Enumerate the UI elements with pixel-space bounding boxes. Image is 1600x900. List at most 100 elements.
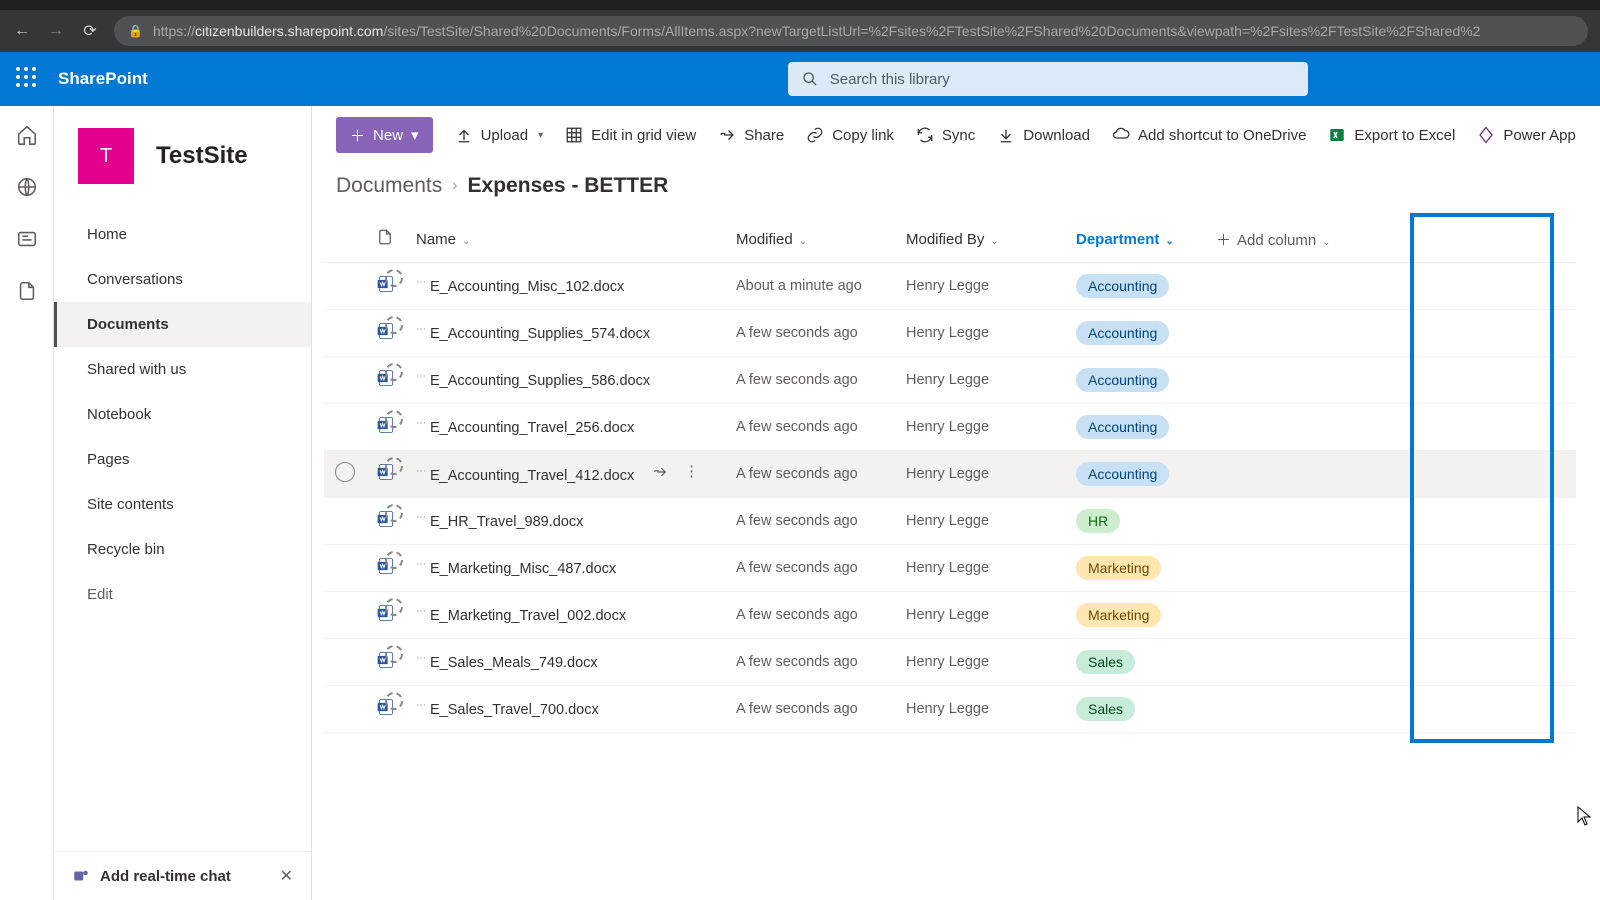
modified-column[interactable]: Modified⌄ <box>726 216 896 263</box>
row-select[interactable] <box>324 404 366 451</box>
table-row[interactable]: ⋯E_Marketing_Travel_002.docx A few secon… <box>324 592 1576 639</box>
table-row[interactable]: ⋯E_Accounting_Misc_102.docx About a minu… <box>324 263 1576 310</box>
department-value: Sales <box>1066 686 1206 733</box>
table-row[interactable]: ⋯E_Accounting_Travel_412.docx⋮ A few sec… <box>324 451 1576 498</box>
share-button[interactable]: Share <box>718 126 784 144</box>
row-select[interactable] <box>324 545 366 592</box>
chevron-down-icon: ▾ <box>411 126 419 144</box>
sidebar-item-pages[interactable]: Pages <box>54 437 311 482</box>
site-tile[interactable]: T <box>78 128 134 184</box>
news-icon[interactable] <box>16 228 38 250</box>
file-type-icon <box>366 404 406 451</box>
table-row[interactable]: ⋯E_Accounting_Supplies_586.docx A few se… <box>324 357 1576 404</box>
globe-icon[interactable] <box>16 176 38 198</box>
file-type-icon <box>366 451 406 498</box>
edit-grid-button[interactable]: Edit in grid view <box>565 126 696 144</box>
file-name[interactable]: ⋯E_Sales_Travel_700.docx <box>406 686 726 733</box>
sidebar-item-home[interactable]: Home <box>54 212 311 257</box>
forward-button[interactable]: → <box>46 21 66 41</box>
powerapps-icon <box>1477 126 1495 144</box>
table-row[interactable]: ⋯E_HR_Travel_989.docx A few seconds ago … <box>324 498 1576 545</box>
sidebar-item-notebook[interactable]: Notebook <box>54 392 311 437</box>
row-select[interactable] <box>324 263 366 310</box>
table-row[interactable]: ⋯E_Sales_Meals_749.docx A few seconds ag… <box>324 639 1576 686</box>
shortcut-button[interactable]: Add shortcut to OneDrive <box>1112 126 1306 144</box>
modified-by-value[interactable]: Henry Legge <box>896 545 1066 592</box>
file-type-icon <box>366 639 406 686</box>
address-bar[interactable]: 🔒 https://citizenbuilders.sharepoint.com… <box>114 16 1588 46</box>
modified-by-value[interactable]: Henry Legge <box>896 592 1066 639</box>
modified-by-value[interactable]: Henry Legge <box>896 451 1066 498</box>
select-all-column[interactable] <box>324 216 366 263</box>
word-doc-icon <box>376 368 396 388</box>
upload-button[interactable]: Upload ▾ <box>455 126 544 144</box>
breadcrumb-root[interactable]: Documents <box>336 174 442 198</box>
row-select[interactable] <box>324 639 366 686</box>
site-header: T TestSite <box>54 106 311 212</box>
row-select[interactable] <box>324 498 366 545</box>
file-name[interactable]: ⋯E_Marketing_Misc_487.docx <box>406 545 726 592</box>
file-name[interactable]: ⋯E_Accounting_Supplies_586.docx <box>406 357 726 404</box>
export-excel-button[interactable]: Export to Excel <box>1328 126 1455 144</box>
search-box[interactable]: Search this library <box>788 62 1308 96</box>
files-icon[interactable] <box>16 280 38 302</box>
row-select[interactable] <box>324 686 366 733</box>
department-value: Accounting <box>1066 357 1206 404</box>
file-name[interactable]: ⋯E_Accounting_Misc_102.docx <box>406 263 726 310</box>
modified-by-value[interactable]: Henry Legge <box>896 404 1066 451</box>
close-icon[interactable]: ✕ <box>280 866 293 886</box>
row-select[interactable] <box>324 451 366 498</box>
back-button[interactable]: ← <box>12 21 32 41</box>
file-name[interactable]: ⋯E_Marketing_Travel_002.docx <box>406 592 726 639</box>
mouse-cursor <box>1577 806 1591 826</box>
file-type-icon <box>366 498 406 545</box>
department-value: Accounting <box>1066 310 1206 357</box>
file-name[interactable]: ⋯E_Accounting_Supplies_574.docx <box>406 310 726 357</box>
copy-link-button[interactable]: Copy link <box>806 126 894 144</box>
app-launcher-icon[interactable] <box>14 65 38 94</box>
modified-by-value[interactable]: Henry Legge <box>896 498 1066 545</box>
file-name[interactable]: ⋯E_HR_Travel_989.docx <box>406 498 726 545</box>
sharepoint-logo[interactable]: SharePoint <box>58 69 148 89</box>
modified-by-value[interactable]: Henry Legge <box>896 357 1066 404</box>
sidebar-item-recycle[interactable]: Recycle bin <box>54 527 311 572</box>
department-column[interactable]: Department⌄ <box>1066 216 1206 263</box>
modified-by-value[interactable]: Henry Legge <box>896 263 1066 310</box>
file-name[interactable]: ⋯E_Accounting_Travel_412.docx⋮ <box>406 451 726 498</box>
row-select[interactable] <box>324 592 366 639</box>
download-icon <box>997 126 1015 144</box>
table-row[interactable]: ⋯E_Marketing_Misc_487.docx A few seconds… <box>324 545 1576 592</box>
sidebar-item-conversations[interactable]: Conversations <box>54 257 311 302</box>
modified-by-value[interactable]: Henry Legge <box>896 310 1066 357</box>
site-title[interactable]: TestSite <box>156 142 248 170</box>
table-row[interactable]: ⋯E_Accounting_Travel_256.docx A few seco… <box>324 404 1576 451</box>
modified-value: A few seconds ago <box>726 545 896 592</box>
new-button[interactable]: ＋ New ▾ <box>336 117 433 153</box>
add-column[interactable]: ＋Add column⌄ <box>1206 216 1576 263</box>
row-select[interactable] <box>324 310 366 357</box>
table-row[interactable]: ⋯E_Accounting_Supplies_574.docx A few se… <box>324 310 1576 357</box>
sidebar-item-shared[interactable]: Shared with us <box>54 347 311 392</box>
word-doc-icon <box>376 697 396 717</box>
promo-text[interactable]: Add real-time chat <box>100 868 231 885</box>
more-icon[interactable]: ⋮ <box>684 464 699 484</box>
modified-by-value[interactable]: Henry Legge <box>896 686 1066 733</box>
sidebar-item-documents[interactable]: Documents <box>54 302 311 347</box>
file-name[interactable]: ⋯E_Sales_Meals_749.docx <box>406 639 726 686</box>
home-icon[interactable] <box>16 124 38 146</box>
table-row[interactable]: ⋯E_Sales_Travel_700.docx A few seconds a… <box>324 686 1576 733</box>
sync-button[interactable]: Sync <box>916 126 975 144</box>
file-name[interactable]: ⋯E_Accounting_Travel_256.docx <box>406 404 726 451</box>
download-button[interactable]: Download <box>997 126 1090 144</box>
word-doc-icon <box>376 274 396 294</box>
power-apps-button[interactable]: Power App <box>1477 126 1576 144</box>
name-column[interactable]: Name⌄ <box>406 216 726 263</box>
file-type-icon <box>366 592 406 639</box>
reload-button[interactable]: ⟳ <box>80 21 100 41</box>
sidebar-item-contents[interactable]: Site contents <box>54 482 311 527</box>
share-icon[interactable] <box>652 464 668 484</box>
sidebar-edit-link[interactable]: Edit <box>54 572 311 617</box>
modified-by-value[interactable]: Henry Legge <box>896 639 1066 686</box>
row-select[interactable] <box>324 357 366 404</box>
modified-by-column[interactable]: Modified By⌄ <box>896 216 1066 263</box>
